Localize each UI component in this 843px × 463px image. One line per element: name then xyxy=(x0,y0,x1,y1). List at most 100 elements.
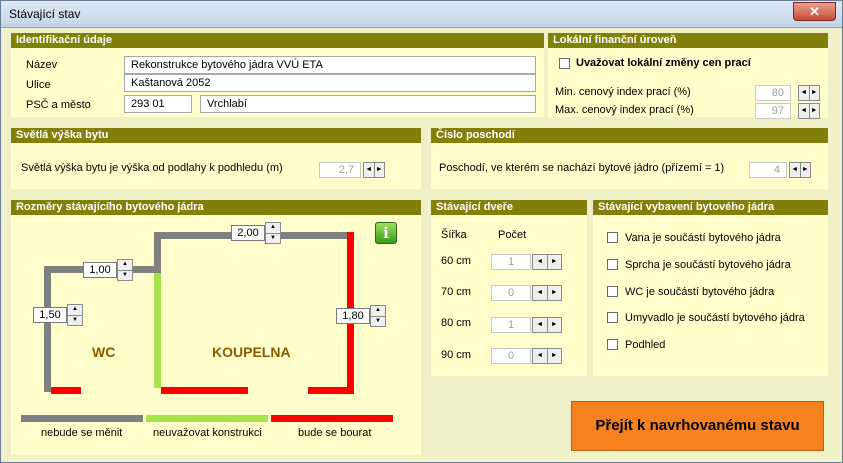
wall-wc-bottom[interactable] xyxy=(51,387,81,394)
vyska-spinner[interactable]: ◄ ► xyxy=(363,162,385,178)
top-dim-input[interactable]: 2,00 xyxy=(231,225,265,241)
poschodi-label: Poschodí, ve kterém se nachází bytové já… xyxy=(439,162,725,174)
legend-green-label: neuvažovat konstrukci xyxy=(153,427,262,439)
dvere-col-sirka: Šířka xyxy=(441,229,467,241)
door-70-spinner[interactable]: ◄ ► xyxy=(532,285,562,301)
up-arrow-icon[interactable]: ▲ xyxy=(68,305,82,316)
left-dim-spinner[interactable]: ▲ ▼ xyxy=(67,304,83,326)
wall-wc-left[interactable] xyxy=(44,266,51,392)
left-arrow-icon[interactable]: ◄ xyxy=(533,318,548,332)
right-arrow-icon[interactable]: ► xyxy=(375,163,385,177)
lokal-checkbox-label: Uvažovat lokální změny cen prací xyxy=(576,57,751,69)
wc-label: WC xyxy=(92,344,116,360)
door-80-count[interactable]: 1 xyxy=(491,317,531,333)
koupelna-label: KOUPELNA xyxy=(212,344,291,360)
ident-header: Identifikační údaje xyxy=(11,33,544,48)
ulice-label: Ulice xyxy=(26,79,51,91)
legend-red-label: bude se bourat xyxy=(298,427,372,439)
vyska-header: Světlá výška bytu xyxy=(11,128,421,143)
right-dim-input[interactable]: 1,80 xyxy=(336,308,370,324)
right-dim-spinner[interactable]: ▲ ▼ xyxy=(370,305,386,327)
dvere-col-pocet: Počet xyxy=(498,229,527,241)
left-arrow-icon[interactable]: ◄ xyxy=(364,163,375,177)
wall-partition[interactable] xyxy=(154,273,161,388)
lokal-panel: Lokální finanční úroveň Uvažovat lokální… xyxy=(548,33,828,119)
poschodi-header: Číslo poschodí xyxy=(431,128,828,143)
client-area: Identifikační údaje Název Rekonstrukce b… xyxy=(5,29,838,459)
vyska-input[interactable]: 2,7 xyxy=(319,162,361,178)
nazev-label: Název xyxy=(26,59,58,71)
up-arrow-icon[interactable]: ▲ xyxy=(118,260,132,271)
info-icon[interactable]: i xyxy=(375,222,397,244)
podhled-checkbox[interactable] xyxy=(607,339,618,350)
left-arrow-icon[interactable]: ◄ xyxy=(799,86,810,100)
door-90-spinner[interactable]: ◄ ► xyxy=(532,348,562,364)
rozmery-panel: Rozměry stávajícího bytového jádra 2,00 … xyxy=(11,200,421,455)
left-arrow-icon[interactable]: ◄ xyxy=(533,255,548,269)
left-arrow-icon[interactable]: ◄ xyxy=(533,349,548,363)
right-arrow-icon[interactable]: ► xyxy=(810,86,820,100)
vana-checkbox[interactable] xyxy=(607,232,618,243)
wall-koupelna-bottom[interactable] xyxy=(161,387,248,394)
door-60-count[interactable]: 1 xyxy=(491,254,531,270)
door-60-spinner[interactable]: ◄ ► xyxy=(532,254,562,270)
min-index-label: Min. cenový index prací (%) xyxy=(555,86,691,98)
ident-panel: Identifikační údaje Název Rekonstrukce b… xyxy=(11,33,544,117)
title-bar[interactable]: Stávající stav ✕ xyxy=(1,1,842,28)
close-button[interactable]: ✕ xyxy=(793,2,836,21)
sprcha-checkbox[interactable] xyxy=(607,259,618,270)
mid-dim-input[interactable]: 1,00 xyxy=(83,262,117,278)
legend-green-swatch xyxy=(146,415,268,422)
door-70-label: 70 cm xyxy=(441,286,471,298)
door-90-count[interactable]: 0 xyxy=(491,348,531,364)
down-arrow-icon[interactable]: ▼ xyxy=(266,234,280,244)
left-dim-input[interactable]: 1,50 xyxy=(33,307,67,323)
poschodi-panel: Číslo poschodí Poschodí, ve kterém se na… xyxy=(431,128,828,189)
right-arrow-icon[interactable]: ► xyxy=(548,349,562,363)
poschodi-input[interactable]: 4 xyxy=(749,162,787,178)
next-state-button[interactable]: Přejít k navrhovanému stavu xyxy=(571,401,824,451)
vyska-label: Světlá výška bytu je výška od podlahy k … xyxy=(21,162,283,174)
right-arrow-icon[interactable]: ► xyxy=(548,286,562,300)
legend-red-swatch xyxy=(271,415,393,422)
psc-input[interactable]: 293 01 xyxy=(124,95,192,113)
lokal-header: Lokální finanční úroveň xyxy=(548,33,828,48)
top-dim-spinner[interactable]: ▲ ▼ xyxy=(265,222,281,244)
right-arrow-icon[interactable]: ► xyxy=(801,163,811,177)
max-index-spinner[interactable]: ◄ ► xyxy=(798,103,820,119)
ulice-input[interactable]: Kaštanová 2052 xyxy=(124,74,536,92)
door-90-label: 90 cm xyxy=(441,349,471,361)
door-80-spinner[interactable]: ◄ ► xyxy=(532,317,562,333)
wall-koupelna-bottom-right[interactable] xyxy=(308,387,354,394)
down-arrow-icon[interactable]: ▼ xyxy=(68,316,82,326)
umyvadlo-checkbox[interactable] xyxy=(607,312,618,323)
window-title: Stávající stav xyxy=(9,7,81,21)
right-arrow-icon[interactable]: ► xyxy=(548,318,562,332)
poschodi-spinner[interactable]: ◄ ► xyxy=(789,162,811,178)
vana-label: Vana je součástí bytového jádra xyxy=(625,232,781,244)
door-80-label: 80 cm xyxy=(441,317,471,329)
door-70-count[interactable]: 0 xyxy=(491,285,531,301)
down-arrow-icon[interactable]: ▼ xyxy=(118,271,132,281)
left-arrow-icon[interactable]: ◄ xyxy=(533,286,548,300)
mid-dim-spinner[interactable]: ▲ ▼ xyxy=(117,259,133,281)
max-index-label: Max. cenový index prací (%) xyxy=(555,104,694,116)
up-arrow-icon[interactable]: ▲ xyxy=(371,306,385,317)
min-index-spinner[interactable]: ◄ ► xyxy=(798,85,820,101)
right-arrow-icon[interactable]: ► xyxy=(548,255,562,269)
down-arrow-icon[interactable]: ▼ xyxy=(371,317,385,327)
vybaveni-panel: Stávající vybavení bytového jádra Vana j… xyxy=(593,200,828,376)
max-index-input[interactable]: 97 xyxy=(755,103,791,119)
legend-gray-swatch xyxy=(21,415,143,422)
min-index-input[interactable]: 80 xyxy=(755,85,791,101)
wc-checkbox[interactable] xyxy=(607,286,618,297)
rozmery-header: Rozměry stávajícího bytového jádra xyxy=(11,200,421,215)
nazev-input[interactable]: Rekonstrukce bytového jádra VVÚ ETA xyxy=(124,56,536,74)
lokal-checkbox[interactable] xyxy=(559,58,570,69)
left-arrow-icon[interactable]: ◄ xyxy=(790,163,801,177)
mesto-input[interactable]: Vrchlabí xyxy=(200,95,536,113)
left-arrow-icon[interactable]: ◄ xyxy=(799,104,810,118)
vybaveni-header: Stávající vybavení bytového jádra xyxy=(593,200,828,215)
up-arrow-icon[interactable]: ▲ xyxy=(266,223,280,234)
right-arrow-icon[interactable]: ► xyxy=(810,104,820,118)
